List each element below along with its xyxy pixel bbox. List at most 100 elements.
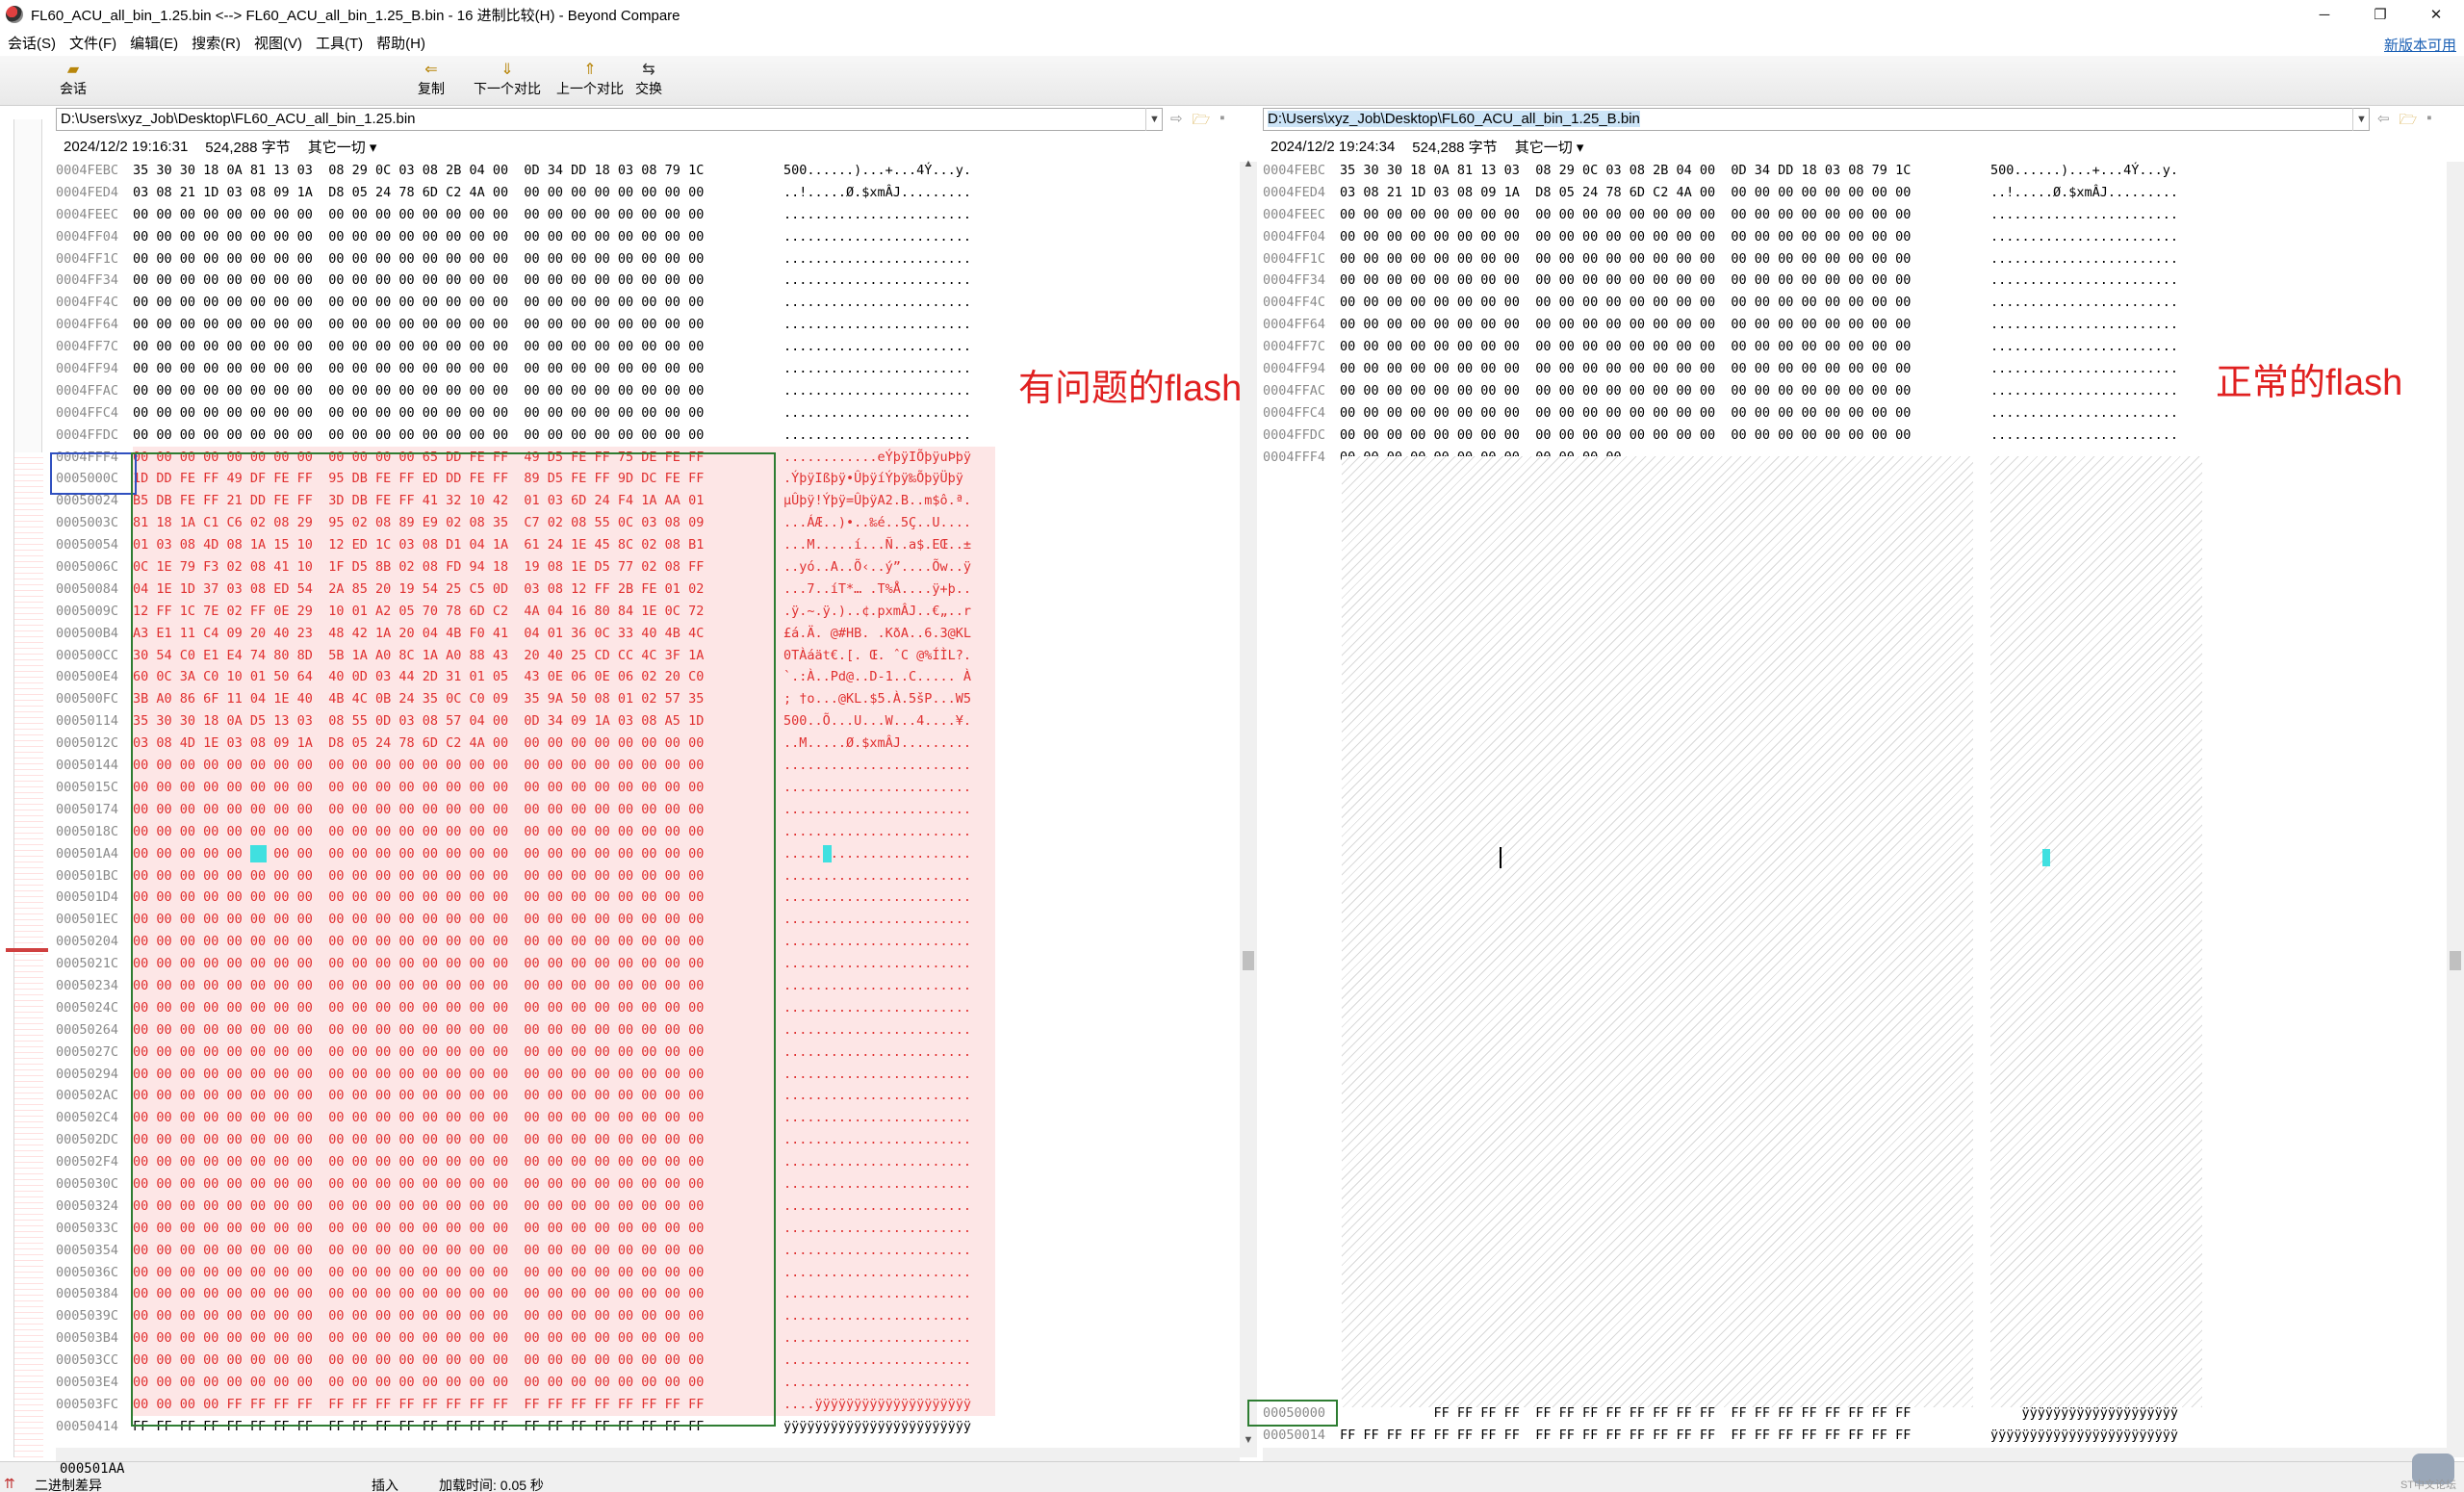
- difference-overview-map[interactable]: [13, 119, 43, 1457]
- row-ascii[interactable]: ........................: [783, 1305, 995, 1328]
- row-ascii[interactable]: ........................: [783, 1350, 995, 1372]
- row-ascii[interactable]: ........................: [783, 1371, 995, 1394]
- minimize-button[interactable]: ─: [2297, 0, 2352, 29]
- row-ascii[interactable]: .ÿ.~.ÿ.)..¢.pxmÂJ..€„..r: [783, 600, 995, 623]
- right-history-arrow-icon[interactable]: ⇦: [2377, 110, 2390, 134]
- next-diff-button[interactable]: ⇓ 下一个对比: [474, 60, 541, 98]
- menu-file[interactable]: 文件(F): [69, 33, 116, 53]
- row-ascii[interactable]: ÿÿÿÿÿÿÿÿÿÿÿÿÿÿÿÿÿÿÿÿÿÿÿÿ: [783, 1416, 995, 1438]
- row-hex-bytes[interactable]: 00 00 00 00 00 00 00 00 00 00 00 00 00 0…: [1340, 292, 2037, 314]
- prev-diff-button[interactable]: ⇑ 上一个对比: [556, 60, 624, 98]
- left-history-arrow-icon[interactable]: ⇨: [1170, 110, 1183, 134]
- copy-button[interactable]: ⇐ 复制: [418, 60, 445, 98]
- left-vertical-scrollbar[interactable]: ▲ ▼: [1240, 158, 1257, 1457]
- row-ascii[interactable]: µÛþÿ!Ýþÿ=ÛþÿA2.B..m$ô.ª.: [783, 490, 995, 513]
- row-hex-bytes[interactable]: 00 00 00 00 00 00 00 00 00 00 00 00 00 0…: [133, 402, 830, 424]
- row-ascii[interactable]: ...7..íT*… .T%Å....ÿ+þ..: [783, 578, 995, 601]
- row-ascii[interactable]: ........................: [783, 292, 995, 314]
- row-ascii[interactable]: ........................: [783, 820, 995, 843]
- row-ascii[interactable]: ........................: [783, 909, 995, 932]
- row-ascii[interactable]: ........................: [783, 1063, 995, 1086]
- close-button[interactable]: ✕: [2408, 0, 2464, 29]
- row-hex-bytes[interactable]: 00 00 00 00 00 00 00 00 00 00 00 00 00 0…: [133, 358, 830, 380]
- row-ascii[interactable]: ........................: [783, 776, 995, 799]
- scroll-up-icon[interactable]: ▲: [1240, 158, 1257, 175]
- row-ascii[interactable]: ........................: [783, 887, 995, 910]
- row-ascii[interactable]: ........................: [1990, 402, 2202, 424]
- row-ascii[interactable]: ..yó..A..Õ‹..ý”....Õw..ÿ: [783, 556, 995, 579]
- row-ascii[interactable]: £á.Ä. @#HB. .KðA..6.3@KL: [783, 622, 995, 645]
- right-path-dropdown-icon[interactable]: ▼: [2352, 108, 2370, 131]
- row-ascii[interactable]: ........................: [1990, 358, 2202, 380]
- right-vertical-scrollbar[interactable]: [2447, 162, 2464, 1457]
- row-ascii[interactable]: ........................: [783, 1327, 995, 1351]
- row-ascii[interactable]: ........................: [783, 358, 995, 380]
- row-hex-bytes[interactable]: 00 00 00 00 00 00 00 00 00 00 00 00 00 0…: [133, 380, 830, 402]
- row-ascii[interactable]: ........................: [783, 336, 995, 358]
- menu-edit[interactable]: 编辑(E): [130, 33, 178, 53]
- row-ascii[interactable]: 0TÀáät€.[. Œ. ˆC @%ÍÌL?.: [783, 644, 995, 667]
- row-ascii[interactable]: ........................: [1990, 248, 2202, 270]
- row-ascii[interactable]: .ÝþÿIßþÿ•ÛþÿíÝþÿ‰ÕþÿÜþÿ: [783, 468, 995, 491]
- row-ascii[interactable]: ........................: [783, 931, 995, 954]
- row-ascii[interactable]: ........................: [783, 248, 995, 270]
- overview-position-marker[interactable]: [6, 948, 48, 952]
- row-hex-bytes[interactable]: 03 08 21 1D 03 08 09 1A D8 05 24 78 6D C…: [1340, 182, 2037, 204]
- row-ascii[interactable]: ........................: [783, 974, 995, 997]
- row-hex-bytes[interactable]: 00 00 00 00 00 00 00 00 00 00 00 00 00 0…: [1340, 358, 2037, 380]
- row-ascii[interactable]: ........................: [1990, 292, 2202, 314]
- row-ascii[interactable]: ........................: [783, 953, 995, 975]
- row-ascii[interactable]: ........................: [783, 1085, 995, 1108]
- right-format-dropdown[interactable]: 其它一切 ▾: [1515, 137, 1584, 157]
- row-hex-bytes[interactable]: 00 00 00 00 00 00 00 00 00 00 00 00 00 0…: [1340, 248, 2037, 270]
- left-path-dropdown-icon[interactable]: ▼: [1145, 108, 1163, 131]
- row-hex-bytes[interactable]: 00 00 00 00 00 00 00 00 00 00 00 00 00 0…: [1340, 270, 2037, 292]
- row-hex-bytes[interactable]: 00 00 00 00 00 00 00 00 00 00 00 00 00 0…: [1340, 402, 2037, 424]
- row-ascii[interactable]: ............eÝþÿIÕþÿuÞþÿ: [783, 446, 995, 469]
- row-ascii[interactable]: ........................: [783, 380, 995, 402]
- menu-tools[interactable]: 工具(T): [316, 33, 363, 53]
- swap-button[interactable]: ⇆ 交换: [635, 60, 662, 98]
- right-scroll-thumb[interactable]: [2450, 951, 2461, 970]
- left-horizontal-scrollbar[interactable]: [56, 1448, 1240, 1461]
- row-ascii[interactable]: ........................: [783, 1283, 995, 1306]
- row-ascii[interactable]: ........................: [1990, 204, 2202, 226]
- row-ascii[interactable]: ........................: [783, 1107, 995, 1130]
- row-hex-bytes[interactable]: 00 00 00 00 00 00 00 00 00 00 00 00 00 0…: [133, 248, 830, 270]
- row-hex-bytes[interactable]: 00 00 00 00 00 00 00 00 00 00 00 00 00 0…: [1340, 204, 2037, 226]
- left-path-input[interactable]: D:\Users\xyz_Job\Desktop\FL60_ACU_all_bi…: [56, 108, 1163, 131]
- right-save-icon[interactable]: ▪: [2426, 110, 2431, 134]
- row-ascii[interactable]: ........................: [783, 1217, 995, 1240]
- row-ascii[interactable]: ........................: [1990, 226, 2202, 248]
- row-ascii[interactable]: ........................: [783, 1239, 995, 1262]
- row-ascii[interactable]: ....ÿÿÿÿÿÿÿÿÿÿÿÿÿÿÿÿÿÿÿÿ: [783, 1393, 995, 1416]
- row-ascii[interactable]: ........................: [783, 314, 995, 336]
- row-ascii[interactable]: ........................: [783, 755, 995, 777]
- row-ascii[interactable]: 500......)...+...4Ý...y.: [783, 160, 995, 182]
- row-ascii[interactable]: ..M.....Ø.$xmÂJ.........: [783, 733, 995, 756]
- row-ascii[interactable]: ........................: [783, 1172, 995, 1196]
- row-hex-bytes[interactable]: 35 30 30 18 0A 81 13 03 08 29 0C 03 08 2…: [1340, 160, 2037, 182]
- row-hex-bytes[interactable]: 00 00 00 00 00 00 00 00 00 00 00 00 00 0…: [133, 204, 830, 226]
- row-hex-bytes[interactable]: 00 00 00 00 00 00 00 00 00 00 00 00 00 0…: [133, 292, 830, 314]
- left-format-dropdown[interactable]: 其它一切 ▾: [308, 137, 377, 157]
- row-hex-bytes[interactable]: FF FF FF FF FF FF FF FF FF FF FF FF FF F…: [1340, 1402, 2037, 1425]
- row-ascii[interactable]: `.:À..Pd@..D-1..C..... À: [783, 666, 995, 689]
- menu-help[interactable]: 帮助(H): [376, 33, 425, 53]
- row-hex-bytes[interactable]: 00 00 00 00 00 00 00 00 00 00 00 00 00 0…: [1340, 380, 2037, 402]
- row-ascii[interactable]: ........................: [1990, 270, 2202, 292]
- row-ascii[interactable]: ........................: [1990, 380, 2202, 402]
- row-hex-bytes[interactable]: 00 00 00 00 00 00 00 00 00 00 00 00 00 0…: [1340, 424, 2037, 447]
- row-ascii[interactable]: ...M.....í...Ñ..a$.EŒ..±: [783, 534, 995, 557]
- row-hex-bytes[interactable]: 00 00 00 00 00 00 00 00 00 00 00 00 00 0…: [133, 424, 830, 447]
- row-hex-bytes[interactable]: FF FF FF FF FF FF FF FF FF FF FF FF FF F…: [1340, 1425, 2037, 1447]
- right-path-input[interactable]: D:\Users\xyz_Job\Desktop\FL60_ACU_all_bi…: [1263, 108, 2370, 131]
- row-hex-bytes[interactable]: 00 00 00 00 00 00 00 00 00 00 00 00 00 0…: [133, 314, 830, 336]
- row-hex-bytes[interactable]: 00 00 00 00 00 00 00 00 00 00 00 00 00 0…: [133, 226, 830, 248]
- session-button[interactable]: ▰ 会话: [60, 60, 87, 98]
- row-ascii[interactable]: ........................: [1990, 336, 2202, 358]
- row-ascii[interactable]: ........................: [1990, 314, 2202, 336]
- scroll-down-icon[interactable]: ▼: [1240, 1434, 1257, 1452]
- row-ascii[interactable]: ........................: [783, 226, 995, 248]
- row-hex-bytes[interactable]: 00 00 00 00 00 00 00 00 00 00 00 00 00 0…: [1340, 314, 2037, 336]
